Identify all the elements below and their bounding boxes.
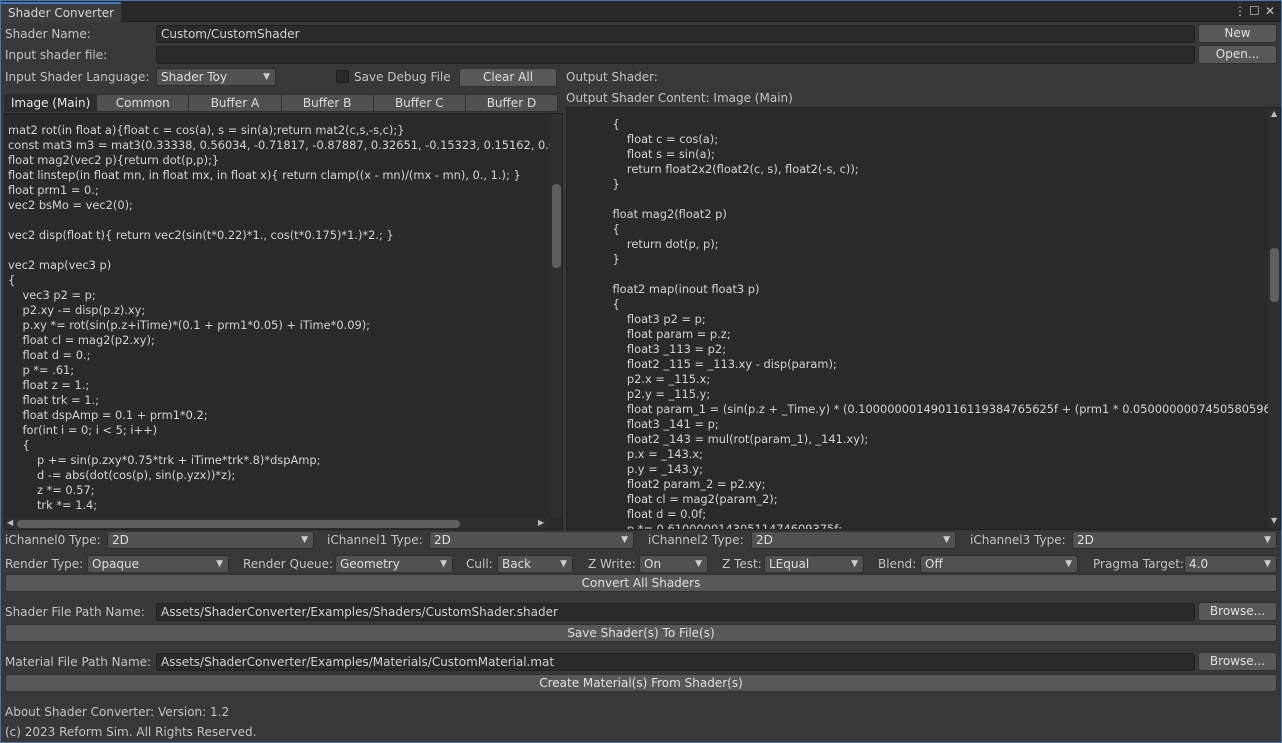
clear-all-button[interactable]: Clear All	[459, 68, 557, 87]
tab-common[interactable]: Common	[96, 94, 190, 112]
copyright-text: (c) 2023 Reform Sim. All Rights Reserved…	[5, 725, 257, 739]
render-type-label: Render Type:	[5, 557, 84, 571]
maximize-icon[interactable]: ☐	[1249, 4, 1260, 18]
scroll-right-icon[interactable]: ▶	[538, 518, 544, 527]
shader-browse-button[interactable]: Browse...	[1198, 602, 1277, 621]
material-path-input[interactable]: Assets/ShaderConverter/Examples/Material…	[156, 653, 1195, 671]
ichannel0-dropdown[interactable]: 2D ▼	[107, 531, 314, 549]
output-code-area[interactable]: { float c = cos(a); float s = sin(a); re…	[566, 107, 1281, 530]
tab-buffer-c[interactable]: Buffer C	[372, 94, 466, 112]
shader-path-input[interactable]: Assets/ShaderConverter/Examples/Shaders/…	[156, 603, 1195, 621]
cull-dropdown[interactable]: Back ▼	[497, 555, 573, 573]
scroll-up-icon[interactable]: ▲	[1271, 109, 1277, 118]
input-vertical-thumb[interactable]	[552, 184, 561, 268]
zwrite-label: Z Write:	[588, 557, 636, 571]
shader-path-label: Shader File Path Name:	[5, 605, 145, 619]
shader-name-input[interactable]: Custom/CustomShader	[156, 25, 1195, 43]
tab-buffer-a[interactable]: Buffer A	[188, 94, 282, 112]
material-path-label: Material File Path Name:	[5, 655, 152, 669]
tab-buffer-b[interactable]: Buffer B	[280, 94, 374, 112]
output-vertical-thumb[interactable]	[1270, 248, 1279, 302]
pragma-target-dropdown[interactable]: 4.0 ▼	[1184, 555, 1277, 573]
create-material-button[interactable]: Create Material(s) From Shader(s)	[5, 674, 1277, 692]
input-file-label: Input shader file:	[5, 48, 108, 62]
ichannel1-dropdown[interactable]: 2D ▼	[429, 531, 634, 549]
ichannel3-label: iChannel3 Type:	[970, 533, 1066, 547]
blend-dropdown[interactable]: Off ▼	[920, 555, 1078, 573]
ichannel2-label: iChannel2 Type:	[648, 533, 744, 547]
input-language-value: Shader Toy	[161, 70, 228, 84]
window-tab[interactable]: Shader Converter	[1, 2, 121, 23]
ichannel1-label: iChannel1 Type:	[327, 533, 423, 547]
chevron-down-icon: ▼	[1065, 559, 1072, 569]
ichannel0-label: iChannel0 Type:	[5, 533, 101, 547]
output-code-text[interactable]: { float c = cos(a); float s = sin(a); re…	[569, 117, 1269, 529]
shader-name-label: Shader Name:	[5, 27, 91, 41]
tab-buffer-d[interactable]: Buffer D	[464, 94, 559, 112]
output-vertical-scrollbar[interactable]: ▲ ▼	[1268, 108, 1280, 529]
chevron-down-icon: ▼	[851, 559, 858, 569]
tab-image-main[interactable]: Image (Main)	[4, 94, 98, 112]
input-horizontal-thumb[interactable]	[17, 520, 460, 528]
chevron-down-icon: ▼	[1264, 559, 1271, 569]
cull-value: Back	[502, 557, 532, 571]
open-button[interactable]: Open...	[1198, 45, 1277, 64]
save-shaders-button[interactable]: Save Shader(s) To File(s)	[5, 624, 1277, 642]
render-queue-dropdown[interactable]: Geometry ▼	[335, 555, 453, 573]
chevron-down-icon: ▼	[1264, 535, 1271, 545]
input-code-text[interactable]: mat2 rot(in float a){float c = cos(a), s…	[8, 123, 562, 513]
input-language-dropdown[interactable]: Shader Toy ▼	[156, 68, 276, 86]
ichannel3-dropdown[interactable]: 2D ▼	[1072, 531, 1277, 549]
zwrite-value: On	[644, 557, 662, 571]
input-file-field[interactable]	[156, 46, 1195, 64]
input-language-label: Input Shader Language:	[5, 70, 150, 84]
save-debug-checkbox[interactable]	[336, 70, 349, 83]
ztest-dropdown[interactable]: LEqual ▼	[764, 555, 864, 573]
save-debug-label: Save Debug File	[354, 70, 451, 84]
cull-label: Cull:	[466, 557, 493, 571]
chevron-down-icon: ▼	[301, 535, 308, 545]
input-code-area[interactable]: mat2 rot(in float a){float c = cos(a), s…	[4, 113, 563, 530]
chevron-down-icon: ▼	[560, 559, 567, 569]
material-browse-button[interactable]: Browse...	[1198, 652, 1277, 671]
output-content-label: Output Shader Content: Image (Main)	[566, 91, 793, 105]
pragma-target-value: 4.0	[1189, 557, 1209, 571]
ztest-label: Z Test:	[722, 557, 762, 571]
pragma-target-label: Pragma Target:	[1093, 557, 1184, 571]
ichannel0-value: 2D	[112, 533, 129, 547]
chevron-down-icon: ▼	[216, 559, 223, 569]
chevron-down-icon: ▼	[263, 72, 270, 82]
kebab-menu-icon[interactable]: ⋮	[1234, 4, 1246, 18]
ichannel1-value: 2D	[434, 533, 451, 547]
chevron-down-icon: ▼	[695, 559, 702, 569]
convert-all-shaders-button[interactable]: Convert All Shaders	[5, 574, 1277, 592]
scroll-left-icon[interactable]: ◀	[7, 518, 13, 527]
shader-tabs: Image (Main) Common Buffer A Buffer B Bu…	[4, 94, 559, 112]
render-type-dropdown[interactable]: Opaque ▼	[87, 555, 229, 573]
render-queue-value: Geometry	[340, 557, 400, 571]
chevron-down-icon: ▼	[943, 535, 950, 545]
render-queue-label: Render Queue:	[243, 557, 333, 571]
ztest-value: LEqual	[769, 557, 810, 571]
scroll-down-icon[interactable]: ▼	[1271, 516, 1277, 525]
ichannel2-dropdown[interactable]: 2D ▼	[751, 531, 956, 549]
blend-value: Off	[925, 557, 943, 571]
ichannel2-value: 2D	[756, 533, 773, 547]
zwrite-dropdown[interactable]: On ▼	[639, 555, 708, 573]
blend-label: Blend:	[878, 557, 917, 571]
chevron-down-icon: ▼	[621, 535, 628, 545]
input-horizontal-scrollbar[interactable]: ◀ ▶	[5, 517, 550, 529]
chevron-down-icon: ▼	[440, 559, 447, 569]
close-icon[interactable]: ✕	[1265, 4, 1275, 18]
output-shader-label: Output Shader:	[566, 70, 658, 84]
new-button[interactable]: New	[1198, 24, 1277, 43]
input-vertical-scrollbar[interactable]	[550, 114, 562, 517]
window-tab-bar: Shader Converter ⋮ ☐ ✕	[1, 1, 1281, 23]
render-type-value: Opaque	[92, 557, 140, 571]
ichannel3-value: 2D	[1077, 533, 1094, 547]
about-version-text: About Shader Converter: Version: 1.2	[5, 705, 230, 719]
